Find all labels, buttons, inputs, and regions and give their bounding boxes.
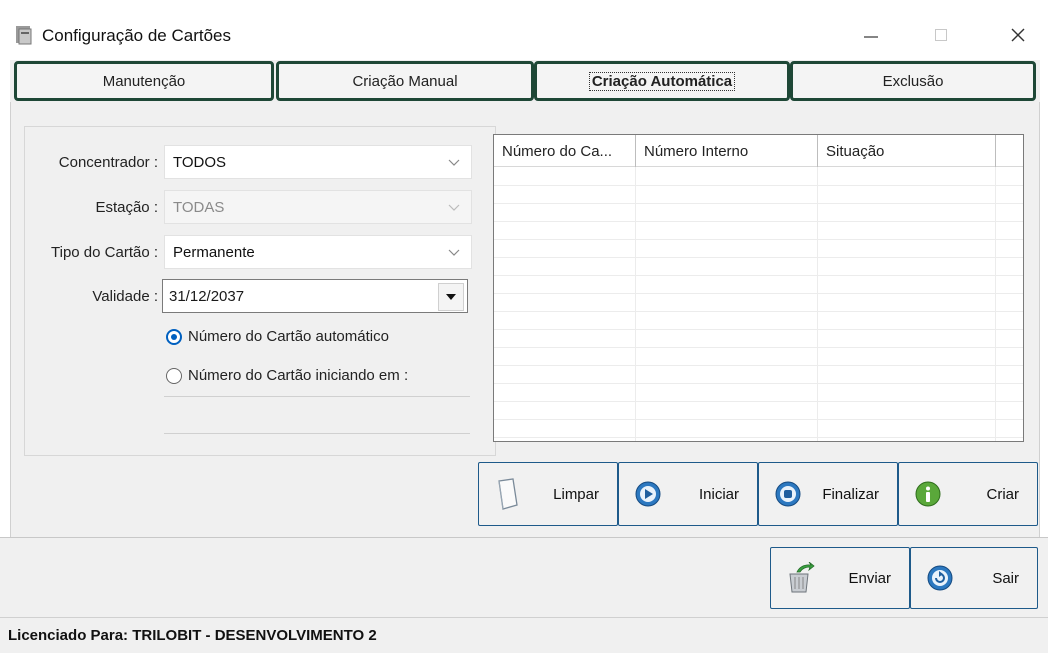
estacao-label: Estação : bbox=[95, 199, 158, 216]
grid-column-numero-interno[interactable]: Número Interno bbox=[636, 135, 818, 167]
tipo-cartao-label: Tipo do Cartão : bbox=[51, 244, 158, 261]
validade-date-picker[interactable]: 31/12/2037 bbox=[162, 279, 468, 313]
concentrador-label: Concentrador : bbox=[58, 154, 158, 171]
table-row bbox=[494, 365, 1023, 384]
minimize-icon bbox=[864, 36, 878, 38]
chevron-down-icon bbox=[447, 245, 461, 259]
close-icon bbox=[1011, 28, 1025, 42]
table-row bbox=[494, 185, 1023, 204]
grid-column-situacao[interactable]: Situação bbox=[818, 135, 996, 167]
iniciar-button[interactable]: Iniciar bbox=[618, 462, 758, 526]
numero-inicial-input[interactable] bbox=[164, 396, 470, 434]
cards-grid[interactable]: Número do Ca... Número Interno Situação bbox=[493, 134, 1024, 442]
tab-manutencao[interactable]: Manutenção bbox=[14, 61, 274, 101]
play-circle-icon bbox=[633, 477, 663, 511]
maximize-icon bbox=[935, 29, 947, 41]
tab-exclusao[interactable]: Exclusão bbox=[790, 61, 1036, 101]
chevron-down-icon bbox=[447, 200, 461, 214]
maximize-button[interactable] bbox=[918, 18, 964, 52]
info-icon bbox=[913, 477, 943, 511]
validade-label: Validade : bbox=[92, 288, 158, 305]
finalizar-button[interactable]: Finalizar bbox=[758, 462, 898, 526]
window-title: Configuração de Cartões bbox=[42, 26, 232, 45]
table-row bbox=[494, 311, 1023, 330]
stop-circle-icon bbox=[773, 477, 803, 511]
table-row bbox=[494, 329, 1023, 348]
tipo-cartao-select[interactable]: Permanente bbox=[164, 235, 472, 269]
table-row bbox=[494, 167, 1023, 186]
criar-button[interactable]: Criar bbox=[898, 462, 1038, 526]
minimize-button[interactable] bbox=[848, 18, 894, 52]
table-row bbox=[494, 419, 1023, 438]
grid-column-filler bbox=[996, 135, 1023, 167]
send-bin-icon bbox=[785, 561, 815, 595]
grid-header: Número do Ca... Número Interno Situação bbox=[494, 135, 1023, 167]
radio-unchecked-icon bbox=[166, 367, 182, 384]
table-row bbox=[494, 239, 1023, 258]
radio-numero-iniciando[interactable]: Número do Cartão iniciando em : bbox=[166, 367, 408, 384]
license-text: Licenciado Para: TRILOBIT - DESENVOLVIME… bbox=[8, 627, 377, 644]
concentrador-select[interactable]: TODOS bbox=[164, 145, 472, 179]
table-row bbox=[494, 347, 1023, 366]
radio-checked-icon bbox=[166, 328, 182, 345]
exit-circle-icon bbox=[925, 561, 955, 595]
table-row bbox=[494, 203, 1023, 222]
dropdown-arrow-icon[interactable] bbox=[438, 283, 464, 311]
sair-button[interactable]: Sair bbox=[910, 547, 1038, 609]
close-button[interactable] bbox=[995, 18, 1041, 52]
radio-numero-automatico[interactable]: Número do Cartão automático bbox=[166, 328, 389, 345]
limpar-button[interactable]: Limpar bbox=[478, 462, 618, 526]
table-row bbox=[494, 257, 1023, 276]
chevron-down-icon bbox=[447, 155, 461, 169]
table-row bbox=[494, 383, 1023, 402]
estacao-select[interactable]: TODAS bbox=[164, 190, 472, 224]
grid-column-numero-cartao[interactable]: Número do Ca... bbox=[494, 135, 636, 167]
tab-criacao-automatica[interactable]: Criação Automática bbox=[534, 61, 790, 101]
table-row bbox=[494, 275, 1023, 294]
blank-page-icon bbox=[493, 477, 523, 511]
card-app-icon bbox=[14, 24, 34, 46]
enviar-button[interactable]: Enviar bbox=[770, 547, 910, 609]
table-row bbox=[494, 401, 1023, 420]
status-bar: Licenciado Para: TRILOBIT - DESENVOLVIME… bbox=[0, 617, 1048, 653]
table-row bbox=[494, 221, 1023, 240]
table-row bbox=[494, 293, 1023, 312]
tab-criacao-manual[interactable]: Criação Manual bbox=[276, 61, 534, 101]
